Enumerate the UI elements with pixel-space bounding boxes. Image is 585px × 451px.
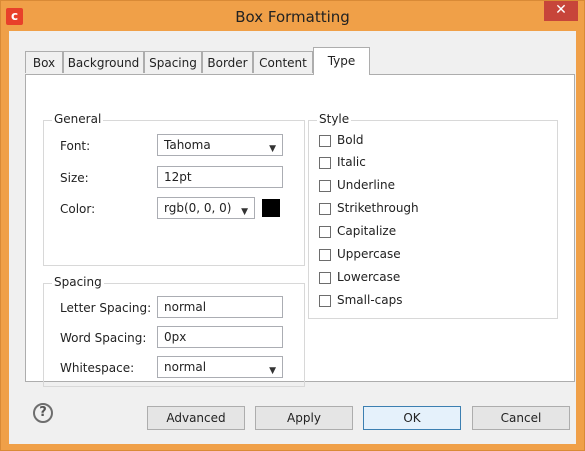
capitalize-checkbox[interactable] <box>319 226 331 238</box>
tab-box[interactable]: Box <box>25 51 63 73</box>
color-select[interactable]: rgb(0, 0, 0) ▼ <box>157 197 255 219</box>
italic-label: Italic <box>337 155 366 169</box>
color-label: Color: <box>60 202 96 216</box>
tab-spacing[interactable]: Spacing <box>144 51 202 73</box>
underline-label: Underline <box>337 178 395 192</box>
type-tab-panel: General Font: Tahoma ▼ Size: 12pt Color:… <box>25 74 575 387</box>
size-label: Size: <box>60 171 89 185</box>
word-spacing-label: Word Spacing: <box>60 331 147 345</box>
window-frame-right <box>576 31 584 450</box>
tab-border[interactable]: Border <box>202 51 253 73</box>
tab-content[interactable]: Content <box>253 51 313 73</box>
color-swatch[interactable] <box>262 199 280 217</box>
whitespace-label: Whitespace: <box>60 361 135 375</box>
uppercase-label: Uppercase <box>337 247 401 261</box>
style-legend: Style <box>317 112 352 126</box>
window-title: Box Formatting <box>235 8 350 26</box>
font-label: Font: <box>60 139 91 153</box>
spacing-group: Spacing Letter Spacing: normal Word Spac… <box>43 275 305 387</box>
size-input[interactable]: 12pt <box>157 166 283 188</box>
small-caps-checkbox[interactable] <box>319 295 331 307</box>
underline-checkbox[interactable] <box>319 180 331 192</box>
strikethrough-checkbox[interactable] <box>319 203 331 215</box>
help-icon[interactable]: ? <box>33 403 53 423</box>
whitespace-select-value: normal <box>164 360 207 374</box>
window-frame-left <box>1 31 9 450</box>
ok-button[interactable]: OK <box>363 406 461 430</box>
general-group: General Font: Tahoma ▼ Size: 12pt Color:… <box>43 112 305 266</box>
color-select-value: rgb(0, 0, 0) <box>164 201 232 215</box>
font-select[interactable]: Tahoma ▼ <box>157 134 283 156</box>
dialog-client-area: Box Background Spacing Border Content Ty… <box>9 31 576 444</box>
whitespace-select[interactable]: normal ▼ <box>157 356 283 378</box>
lowercase-label: Lowercase <box>337 270 401 284</box>
close-button[interactable]: ✕ <box>544 1 578 21</box>
title-bar[interactable]: c Box Formatting ✕ <box>1 1 584 31</box>
style-group: Style Bold Italic Underline Strikethroug… <box>308 112 558 319</box>
strikethrough-label: Strikethrough <box>337 201 419 215</box>
chevron-down-icon: ▼ <box>269 144 276 154</box>
spacing-legend: Spacing <box>52 275 104 289</box>
tab-background[interactable]: Background <box>63 51 144 73</box>
uppercase-checkbox[interactable] <box>319 249 331 261</box>
letter-spacing-label: Letter Spacing: <box>60 301 152 315</box>
bold-label: Bold <box>337 133 364 147</box>
chevron-down-icon: ▼ <box>241 207 248 217</box>
chevron-down-icon: ▼ <box>269 366 276 376</box>
bold-checkbox[interactable] <box>319 135 331 147</box>
italic-checkbox[interactable] <box>319 157 331 169</box>
font-select-value: Tahoma <box>164 138 211 152</box>
lowercase-checkbox[interactable] <box>319 272 331 284</box>
apply-button[interactable]: Apply <box>255 406 353 430</box>
capitalize-label: Capitalize <box>337 224 397 238</box>
dialog-window: c Box Formatting ✕ Box Background Spacin… <box>0 0 585 451</box>
letter-spacing-input[interactable]: normal <box>157 296 283 318</box>
general-legend: General <box>52 112 104 126</box>
cancel-button[interactable]: Cancel <box>472 406 570 430</box>
small-caps-label: Small-caps <box>337 293 403 307</box>
advanced-button[interactable]: Advanced <box>147 406 245 430</box>
word-spacing-input[interactable]: 0px <box>157 326 283 348</box>
tab-type[interactable]: Type <box>313 47 370 75</box>
